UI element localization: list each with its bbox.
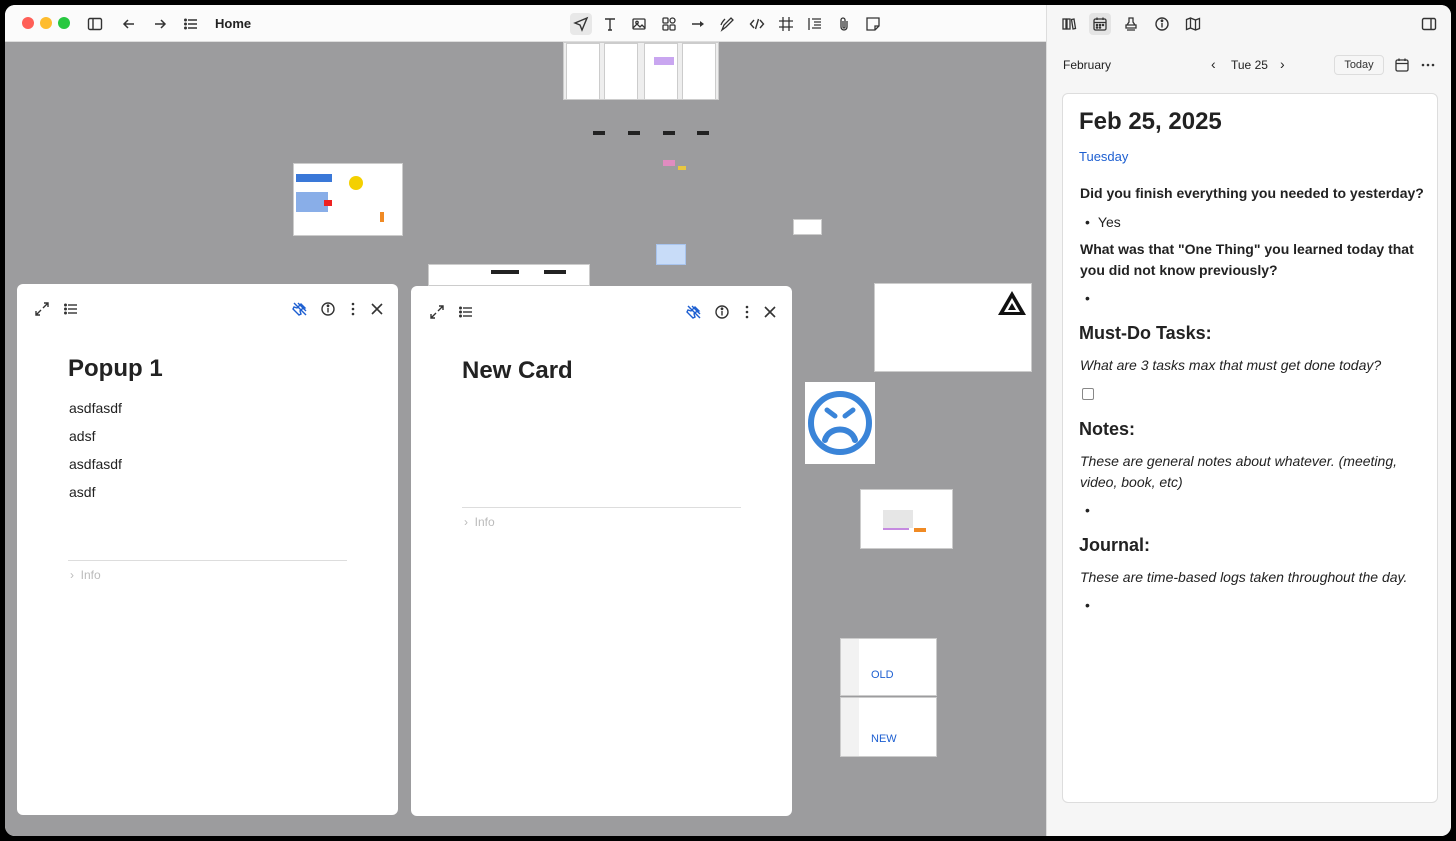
- today-button[interactable]: Today: [1334, 55, 1384, 75]
- expand-icon[interactable]: [32, 299, 52, 319]
- calendar-icon[interactable]: [1089, 13, 1111, 35]
- canvas-thumbnail-planner[interactable]: [428, 264, 590, 286]
- daily-notes-panel: February ‹ Tue 25 › Today Feb 25, 2025 T…: [1046, 5, 1451, 836]
- expand-icon[interactable]: [427, 302, 447, 322]
- sticky-note-icon[interactable]: [862, 13, 884, 35]
- more-options-icon[interactable]: [737, 302, 757, 322]
- whiteboard-canvas[interactable]: OLD NEW Popup 1 asdfasdf adsf asdfasdf a…: [5, 42, 1046, 836]
- info-icon[interactable]: [1151, 13, 1173, 35]
- image-tool-icon[interactable]: [628, 13, 650, 35]
- question-1[interactable]: Did you finish everything you needed to …: [1080, 183, 1425, 204]
- next-day-button[interactable]: ›: [1280, 56, 1285, 72]
- map-icon[interactable]: [1182, 13, 1204, 35]
- canvas-sticky-note[interactable]: [656, 244, 686, 265]
- toolbar: Home: [5, 5, 1046, 42]
- frame-tool-icon[interactable]: [775, 13, 797, 35]
- daily-note-title[interactable]: Feb 25, 2025: [1079, 108, 1222, 136]
- old-label: OLD: [871, 669, 894, 681]
- answer-1-bullet[interactable]: Yes: [1085, 214, 1121, 230]
- canvas-sad-face-image[interactable]: [805, 382, 875, 464]
- card-text-line[interactable]: asdfasdf: [69, 456, 122, 472]
- triangle-logo-icon: [998, 291, 1026, 315]
- card-divider: [462, 507, 741, 508]
- chevron-right-icon: ›: [70, 568, 81, 582]
- sidebar-toggle-icon[interactable]: [84, 13, 106, 35]
- more-horizontal-icon[interactable]: [1417, 54, 1439, 76]
- app-window: Home OLD NEW Popup 1 asdfasdf adsf asdfa…: [5, 5, 1451, 836]
- code-tool-icon[interactable]: [746, 13, 768, 35]
- info-icon[interactable]: [712, 302, 732, 322]
- canvas-thumbnail-old[interactable]: OLD: [840, 638, 937, 696]
- empty-bullet[interactable]: [1085, 502, 1098, 518]
- task-checkbox[interactable]: [1082, 388, 1094, 400]
- notes-heading[interactable]: Notes:: [1079, 419, 1135, 440]
- calendar-picker-icon[interactable]: [1391, 54, 1413, 76]
- library-icon[interactable]: [1058, 13, 1080, 35]
- canvas-thumbnail-phones[interactable]: [563, 42, 719, 100]
- card-title[interactable]: New Card: [462, 357, 573, 385]
- list-icon[interactable]: [61, 299, 81, 319]
- info-label: Info: [80, 568, 101, 582]
- arrow-tool-icon[interactable]: [687, 13, 709, 35]
- info-label: Info: [474, 515, 495, 529]
- sad-face-icon: [808, 391, 872, 455]
- forward-arrow-icon[interactable]: [149, 13, 171, 35]
- popup-card-2[interactable]: New Card › Info: [411, 286, 792, 816]
- new-label: NEW: [871, 733, 897, 745]
- right-sidebar-toggle-icon[interactable]: [1418, 13, 1440, 35]
- card-text-line[interactable]: asdfasdf: [69, 400, 122, 416]
- journal-prompt[interactable]: These are time-based logs taken througho…: [1080, 567, 1425, 588]
- pen-tool-icon[interactable]: [716, 13, 738, 35]
- unpin-icon[interactable]: [290, 299, 310, 319]
- tasks-prompt[interactable]: What are 3 tasks max that must get done …: [1080, 355, 1425, 376]
- shapes-tool-icon[interactable]: [658, 13, 680, 35]
- canvas-thumbnail-calendar[interactable]: [860, 489, 953, 549]
- attachment-icon[interactable]: [833, 13, 855, 35]
- journal-heading[interactable]: Journal:: [1079, 535, 1150, 556]
- unpin-icon[interactable]: [684, 302, 704, 322]
- canvas-thumbnail-screenshot[interactable]: [293, 163, 403, 236]
- previous-day-button[interactable]: ‹: [1211, 56, 1216, 72]
- must-do-heading[interactable]: Must-Do Tasks:: [1079, 323, 1212, 344]
- card-title[interactable]: Popup 1: [68, 355, 163, 383]
- empty-bullet[interactable]: [1085, 597, 1098, 613]
- info-icon[interactable]: [318, 299, 338, 319]
- chevron-right-icon: ›: [464, 515, 475, 529]
- list-icon[interactable]: [180, 13, 202, 35]
- list-icon[interactable]: [456, 302, 476, 322]
- close-window-button[interactable]: [22, 17, 34, 29]
- info-disclosure[interactable]: › Info: [70, 568, 101, 582]
- stamp-icon[interactable]: [1120, 13, 1142, 35]
- text-tool-icon[interactable]: [599, 13, 621, 35]
- info-disclosure[interactable]: › Info: [464, 515, 495, 529]
- popup-card-1[interactable]: Popup 1 asdfasdf adsf asdfasdf asdf › In…: [17, 284, 398, 815]
- more-options-icon[interactable]: [343, 299, 363, 319]
- card-text-line[interactable]: asdf: [69, 484, 95, 500]
- canvas-thumbnail-new[interactable]: NEW: [840, 697, 937, 757]
- minimize-window-button[interactable]: [40, 17, 52, 29]
- close-icon[interactable]: [367, 299, 387, 319]
- month-label: February: [1063, 58, 1112, 72]
- question-2[interactable]: What was that "One Thing" you learned to…: [1080, 239, 1425, 281]
- zoom-window-button[interactable]: [58, 17, 70, 29]
- page-title: Home: [215, 16, 252, 31]
- back-arrow-icon[interactable]: [118, 13, 140, 35]
- outline-tool-icon[interactable]: [804, 13, 826, 35]
- daily-note[interactable]: Feb 25, 2025 Tuesday Did you finish ever…: [1062, 93, 1438, 803]
- card-divider: [68, 560, 347, 561]
- notes-prompt[interactable]: These are general notes about whatever. …: [1080, 451, 1425, 493]
- empty-bullet[interactable]: [1085, 290, 1098, 306]
- canvas-mini-card[interactable]: [793, 219, 822, 235]
- cursor-icon[interactable]: [570, 13, 592, 35]
- weekday-link[interactable]: Tuesday: [1079, 149, 1128, 164]
- card-text-line[interactable]: adsf: [69, 428, 95, 444]
- canvas-element-group[interactable]: [583, 126, 718, 196]
- close-icon[interactable]: [760, 302, 780, 322]
- canvas-logo-card[interactable]: [874, 283, 1032, 372]
- current-date-label[interactable]: Tue 25: [1231, 58, 1268, 72]
